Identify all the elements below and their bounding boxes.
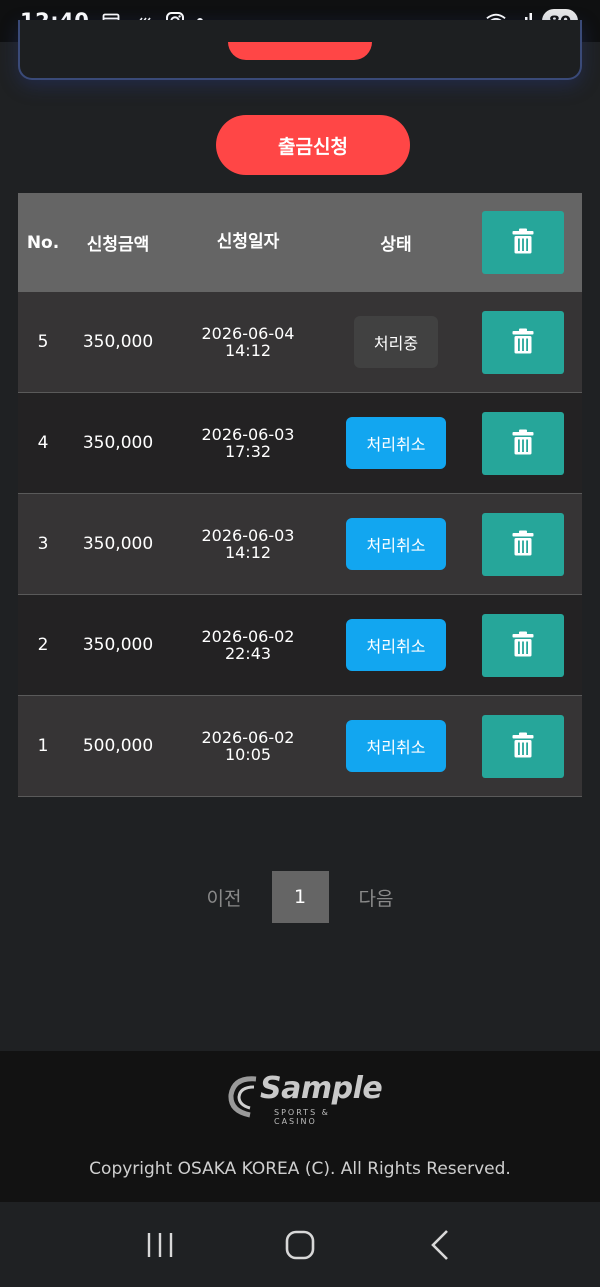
header-no: No. xyxy=(26,232,60,253)
header-date: 신청일자 xyxy=(216,232,280,252)
cell-date-time: 22:43 xyxy=(224,644,272,663)
trash-icon xyxy=(512,429,534,458)
logo-subtext: SPORTS & CASINO xyxy=(274,1108,330,1126)
cell-no: 4 xyxy=(37,433,49,453)
table-row: 2 350,000 2026-06-02 22:43 처리취소 xyxy=(18,595,582,696)
header-status: 상태 xyxy=(380,235,412,255)
cell-no: 1 xyxy=(37,736,49,756)
trash-icon xyxy=(512,328,534,357)
delete-row-button[interactable] xyxy=(482,310,564,374)
status-processing-button[interactable]: 처리중 xyxy=(354,316,438,368)
cell-date-day: 2026-06-02 xyxy=(201,627,295,646)
cell-date-day: 2026-06-04 xyxy=(201,324,295,343)
header-amount: 신청금액 xyxy=(86,235,150,255)
status-cancel-button[interactable]: 처리취소 xyxy=(346,518,446,570)
table-header: No. 신청금액 신청일자 상태 xyxy=(18,193,582,292)
cell-no: 3 xyxy=(37,534,49,554)
cell-amount: 500,000 xyxy=(82,736,154,756)
pagination: 이전 1 다음 xyxy=(0,871,600,923)
table-row: 3 350,000 2026-06-03 14:12 처리취소 xyxy=(18,494,582,595)
table-row: 5 350,000 2026-06-04 14:12 처리중 xyxy=(18,292,582,393)
table-row: 1 500,000 2026-06-02 10:05 처리취소 xyxy=(18,696,582,797)
trash-icon xyxy=(512,732,534,761)
delete-all-button[interactable] xyxy=(482,211,564,274)
delete-row-button[interactable] xyxy=(482,714,564,778)
pagination-page[interactable]: 1 xyxy=(271,871,329,923)
cell-date-time: 10:05 xyxy=(224,745,272,764)
cell-amount: 350,000 xyxy=(82,635,154,655)
cell-no: 2 xyxy=(37,635,49,655)
recent-apps-icon[interactable] xyxy=(140,1225,180,1265)
table-row: 4 350,000 2026-06-03 17:32 처리취소 xyxy=(18,393,582,494)
pagination-prev[interactable]: 이전 xyxy=(207,884,242,911)
footer: Sample SPORTS & CASINO Copyright OSAKA K… xyxy=(0,1051,600,1202)
delete-row-button[interactable] xyxy=(482,411,564,475)
trash-icon xyxy=(512,228,534,257)
cell-date: 2026-06-04 14:12 xyxy=(168,325,328,359)
cell-date: 2026-06-02 10:05 xyxy=(168,729,328,763)
trash-icon xyxy=(512,530,534,559)
status-cancel-button[interactable]: 처리취소 xyxy=(346,720,446,772)
status-cancel-button[interactable]: 처리취소 xyxy=(346,417,446,469)
cell-date-day: 2026-06-03 xyxy=(201,526,295,545)
delete-row-button[interactable] xyxy=(482,613,564,677)
cell-amount: 350,000 xyxy=(82,332,154,352)
brand-logo: Sample SPORTS & CASINO xyxy=(226,1069,383,1126)
delete-row-button[interactable] xyxy=(482,512,564,576)
back-icon[interactable] xyxy=(420,1225,460,1265)
home-icon[interactable] xyxy=(280,1225,320,1265)
top-card-button[interactable] xyxy=(228,42,372,60)
cell-date-time: 17:32 xyxy=(224,442,272,461)
cell-date-time: 14:12 xyxy=(224,341,272,360)
withdraw-table: No. 신청금액 신청일자 상태 5 350,000 2026-06-04 14:… xyxy=(18,193,582,797)
navigation-bar xyxy=(0,1202,600,1287)
withdraw-request-button[interactable]: 출금신청 xyxy=(216,115,410,175)
logo-text: Sample xyxy=(260,1071,383,1106)
cell-date: 2026-06-03 14:12 xyxy=(168,527,328,561)
cell-amount: 350,000 xyxy=(82,534,154,554)
cell-date-day: 2026-06-02 xyxy=(201,728,295,747)
cell-date-time: 14:12 xyxy=(224,543,272,562)
trash-icon xyxy=(512,631,534,660)
cell-date: 2026-06-02 22:43 xyxy=(168,628,328,662)
cell-date: 2026-06-03 17:32 xyxy=(168,426,328,460)
cell-date-day: 2026-06-03 xyxy=(201,425,295,444)
status-cancel-button[interactable]: 처리취소 xyxy=(346,619,446,671)
cell-no: 5 xyxy=(37,332,49,352)
cell-amount: 350,000 xyxy=(82,433,154,453)
copyright-text: Copyright OSAKA KOREA (C). All Rights Re… xyxy=(89,1159,511,1179)
pagination-next[interactable]: 다음 xyxy=(359,884,394,911)
